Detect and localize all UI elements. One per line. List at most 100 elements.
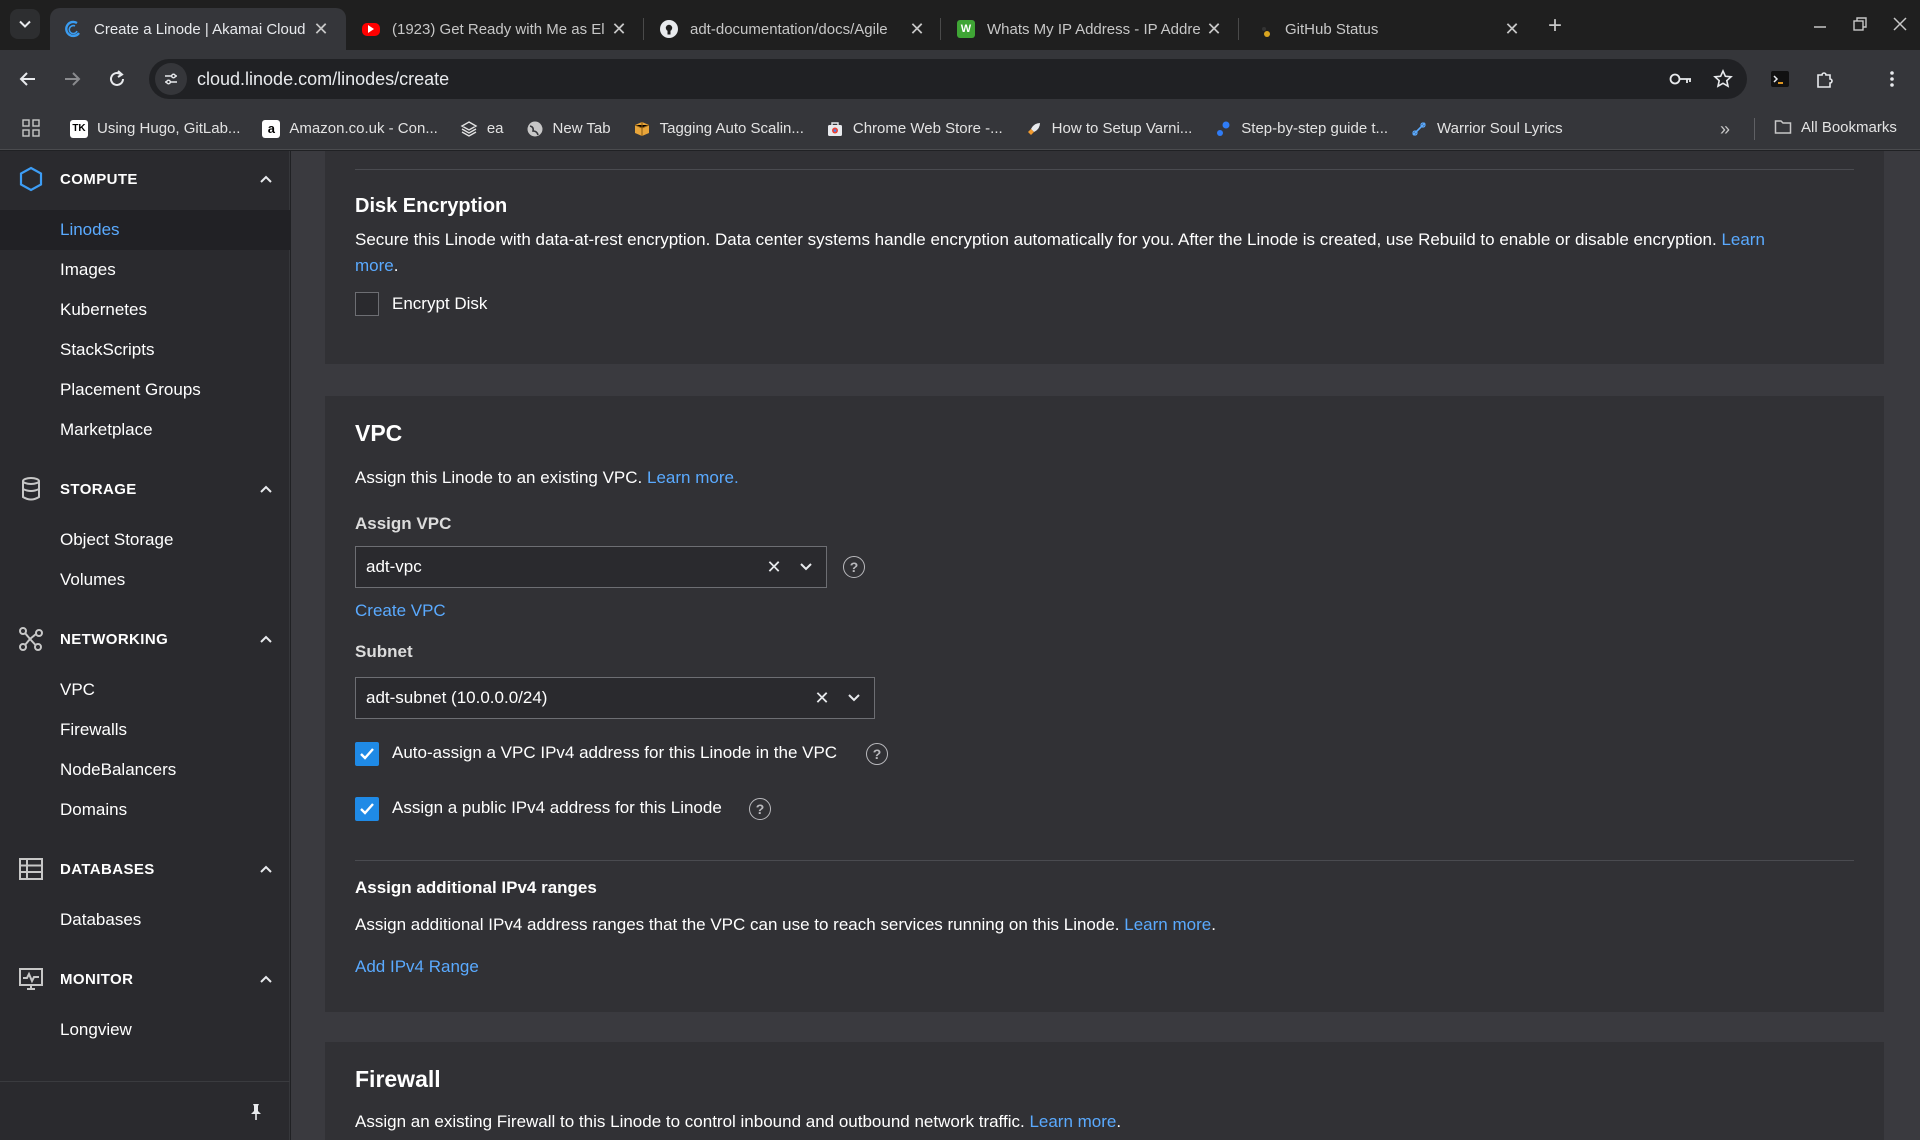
sidebar-item-nodebalancers[interactable]: NodeBalancers [0,750,290,790]
bookmark-star-button[interactable] [1705,61,1741,97]
bookmark-ea[interactable]: ea [460,120,504,138]
assign-vpc-select[interactable]: adt-vpc ✕ [355,546,827,588]
reload-icon [110,70,124,86]
help-icon[interactable]: ? [843,556,865,578]
pin-icon[interactable] [246,1102,266,1122]
sidebar-section-storage[interactable]: STORAGE [0,461,290,517]
new-tab-button[interactable]: + [1540,11,1570,41]
add-ipv4-range-link[interactable]: Add IPv4 Range [355,957,479,977]
bookmark-chrome-store[interactable]: Chrome Web Store -... [826,120,1003,138]
clear-icon[interactable]: ✕ [810,686,834,710]
bookmark-aws[interactable]: Tagging Auto Scalin... [633,120,804,138]
bookmark-guide[interactable]: Step-by-step guide t... [1214,120,1388,138]
password-key-button[interactable] [1663,61,1699,97]
sidebar-item-longview[interactable]: Longview [0,1010,290,1050]
close-icon[interactable]: ✕ [608,18,630,40]
close-icon[interactable]: ✕ [310,18,332,40]
close-icon[interactable]: ✕ [1203,18,1225,40]
bookmark-new-tab[interactable]: New Tab [526,120,611,138]
sidebar-item-firewalls[interactable]: Firewalls [0,710,290,750]
clear-icon[interactable]: ✕ [762,555,786,579]
check-icon [360,803,374,815]
close-window-button[interactable] [1882,6,1918,42]
assign-vpc-value: adt-vpc [366,557,422,576]
store-icon [826,120,844,138]
close-icon[interactable]: ✕ [1501,18,1523,40]
more-bookmarks-icon[interactable]: » [1714,118,1736,140]
bookmark-warrior-soul[interactable]: Warrior Soul Lyrics [1410,120,1563,138]
all-bookmarks[interactable]: All Bookmarks [1774,118,1897,136]
url-text[interactable]: cloud.linode.com/linodes/create [197,69,1663,90]
chevron-down-icon[interactable] [794,555,818,579]
globe-icon [526,120,544,138]
subnet-label: Subnet [355,642,413,661]
sidebar-section-networking[interactable]: NETWORKING [0,611,290,667]
sidebar-item-images[interactable]: Images [0,250,290,290]
subnet-select[interactable]: adt-subnet (10.0.0.0/24) ✕ [355,677,875,719]
forward-button[interactable] [54,61,90,97]
learn-more-link[interactable]: Learn more. [647,468,739,487]
back-button[interactable] [10,61,46,97]
public-ipv4-checkbox[interactable] [355,797,379,821]
music-icon [1410,120,1428,138]
site-info-button[interactable] [155,63,187,95]
bookmark-amazon[interactable]: a Amazon.co.uk - Con... [262,119,438,138]
auto-assign-ipv4-checkbox[interactable] [355,742,379,766]
rocket-icon [1025,120,1043,138]
firewall-description: Assign an existing Firewall to this Lino… [355,1112,1122,1131]
sidebar-section-monitor[interactable]: MONITOR [0,951,290,1007]
ipv4-ranges-description: Assign additional IPv4 address ranges th… [355,915,1216,934]
close-icon[interactable]: ✕ [906,18,928,40]
sidebar-section-compute[interactable]: COMPUTE [0,151,290,207]
tab-title: Whats My IP Address - IP Addre [987,20,1201,38]
encrypt-disk-checkbox[interactable] [355,292,379,316]
minimize-icon [1814,26,1826,28]
sidebar-item-databases[interactable]: Databases [0,900,290,940]
tab-whats-my-ip[interactable]: W Whats My IP Address - IP Addre ✕ [943,8,1239,50]
sidebar-item-marketplace[interactable]: Marketplace [0,410,290,450]
learn-more-link[interactable]: Learn more [1029,1112,1116,1131]
tab-akamai[interactable]: Create a Linode | Akamai Cloud ✕ [50,8,346,50]
learn-more-link[interactable]: more [355,256,394,275]
chevron-up-icon [254,477,278,501]
restore-button[interactable] [1842,6,1878,42]
sidebar-item-stackscripts[interactable]: StackScripts [0,330,290,370]
tab-search-button[interactable] [10,9,40,39]
apps-icon[interactable] [21,118,43,140]
extension-terminal-button[interactable] [1762,61,1798,97]
sidebar-item-volumes[interactable]: Volumes [0,560,290,600]
sidebar-item-object-storage[interactable]: Object Storage [0,520,290,560]
aws-icon [633,120,651,138]
network-icon [16,624,46,654]
learn-more-link[interactable]: Learn more [1124,915,1211,934]
sidebar-item-vpc[interactable]: VPC [0,670,290,710]
reload-button[interactable] [99,61,135,97]
tab-github[interactable]: adt-documentation/docs/Agile ✕ [646,8,942,50]
help-icon[interactable]: ? [749,798,771,820]
extensions-button[interactable] [1807,61,1843,97]
chevron-down-icon[interactable] [842,686,866,710]
help-icon[interactable]: ? [866,743,888,765]
bookmark-varnish[interactable]: How to Setup Varni... [1025,120,1192,138]
encrypt-disk-label: Encrypt Disk [392,294,488,313]
browser-menu-button[interactable] [1874,61,1910,97]
sidebar-item-placement-groups[interactable]: Placement Groups [0,370,290,410]
bookmark-hugo[interactable]: TK Using Hugo, GitLab... [70,119,240,138]
sidebar-item-linodes[interactable]: Linodes [0,210,290,250]
sidebar-item-domains[interactable]: Domains [0,790,290,830]
tab-title: adt-documentation/docs/Agile [690,20,888,38]
arrow-left-icon [19,72,35,86]
address-bar[interactable]: cloud.linode.com/linodes/create [149,59,1747,99]
learn-more-link[interactable]: Learn [1721,230,1764,249]
amazon-icon: a [262,119,281,138]
sidebar-section-title: DATABASES [60,860,155,878]
section-divider [355,860,1854,861]
puzzle-icon [1817,72,1833,88]
sidebar-section-databases[interactable]: DATABASES [0,841,290,897]
browser-toolbar: cloud.linode.com/linodes/create [0,50,1920,108]
sidebar-item-kubernetes[interactable]: Kubernetes [0,290,290,330]
create-vpc-link[interactable]: Create VPC [355,601,446,621]
tab-github-status[interactable]: GitHub Status ✕ [1241,8,1537,50]
minimize-button[interactable] [1802,6,1838,42]
tab-youtube[interactable]: (1923) Get Ready with Me as El ✕ [348,8,644,50]
